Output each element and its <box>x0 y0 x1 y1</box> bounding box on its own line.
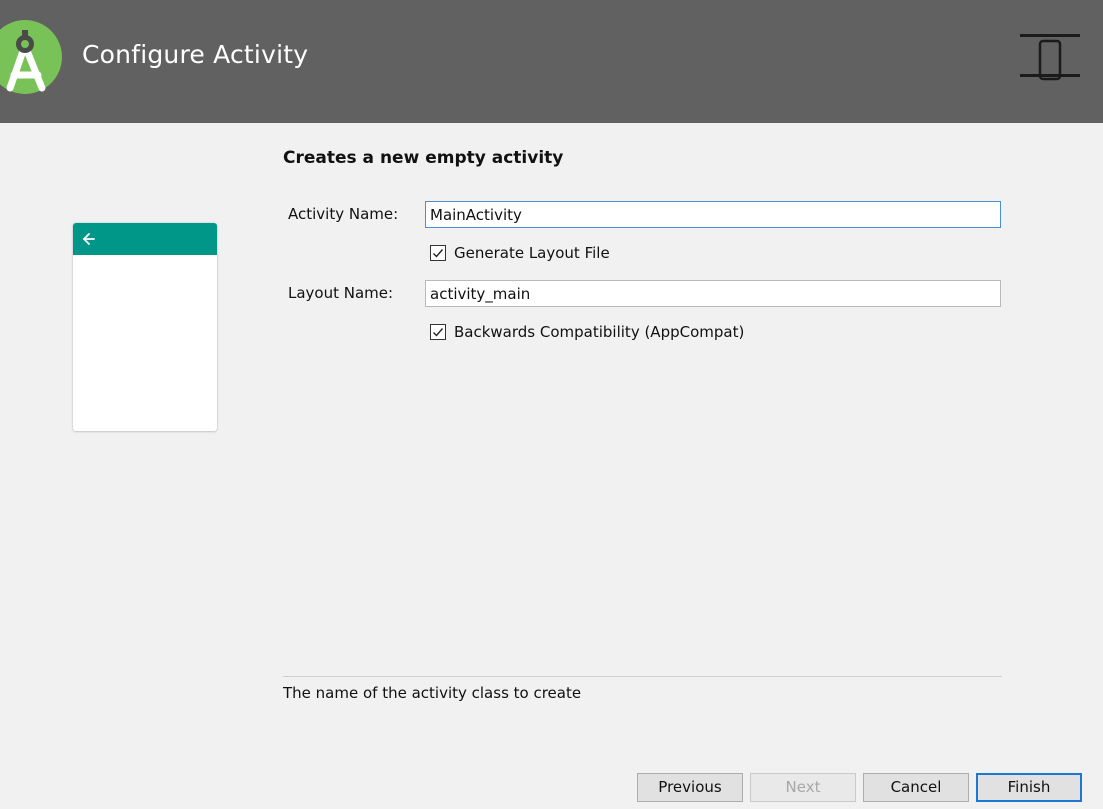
layout-name-label: Layout Name: <box>288 284 394 302</box>
activity-preview <box>73 223 217 431</box>
generate-layout-label: Generate Layout File <box>454 244 610 262</box>
section-title: Creates a new empty activity <box>283 148 564 168</box>
preview-app-bar <box>73 223 217 255</box>
layout-name-input[interactable] <box>425 280 1001 307</box>
cancel-button[interactable]: Cancel <box>863 773 969 802</box>
help-text: The name of the activity class to create <box>283 684 582 702</box>
checkmark-icon <box>433 328 444 337</box>
wizard-header: Configure Activity <box>0 0 1103 123</box>
next-button[interactable]: Next <box>750 773 856 802</box>
android-studio-logo-icon <box>0 20 62 94</box>
previous-button[interactable]: Previous <box>637 773 743 802</box>
backwards-compat-checkbox[interactable] <box>430 324 446 340</box>
checkmark-icon <box>433 249 444 258</box>
activity-name-label: Activity Name: <box>288 205 399 223</box>
activity-name-input[interactable] <box>425 201 1001 228</box>
phone-device-icon <box>1020 34 1080 81</box>
page-title: Configure Activity <box>82 40 309 69</box>
finish-button[interactable]: Finish <box>976 773 1082 802</box>
generate-layout-checkbox[interactable] <box>430 245 446 261</box>
backwards-compat-checkbox-row[interactable]: Backwards Compatibility (AppCompat) <box>430 323 744 341</box>
help-divider <box>283 676 1002 677</box>
backwards-compat-label: Backwards Compatibility (AppCompat) <box>454 323 745 341</box>
generate-layout-checkbox-row[interactable]: Generate Layout File <box>430 244 610 262</box>
arrow-left-icon <box>83 233 95 245</box>
